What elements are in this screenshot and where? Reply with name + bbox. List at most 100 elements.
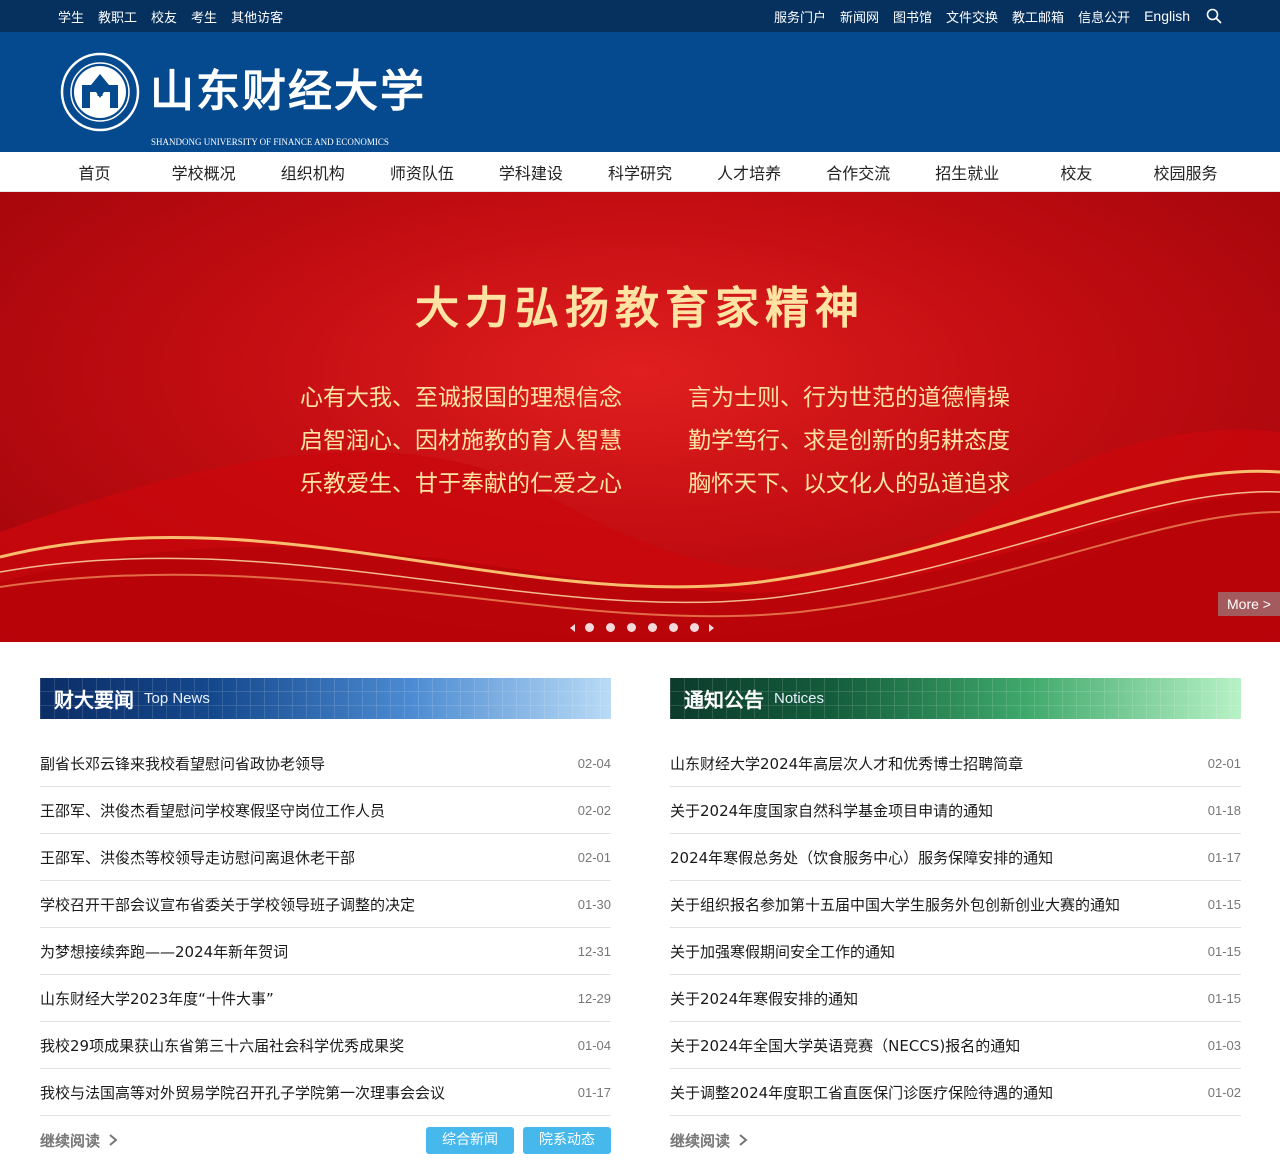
banner-headline: 大力弘扬教育家精神 bbox=[415, 283, 865, 334]
news-list-item[interactable]: 我校与法国高等对外贸易学院召开孔子学院第一次理事会会议 01-17 bbox=[40, 1069, 611, 1116]
news-item-date: 02-01 bbox=[577, 849, 611, 865]
nav-item-education[interactable]: 人才培养 bbox=[695, 160, 804, 184]
news-item-title[interactable]: 我校与法国高等对外贸易学院召开孔子学院第一次理事会会议 bbox=[40, 1082, 445, 1103]
notices-read-more-link[interactable]: 继续阅读 bbox=[670, 1130, 748, 1151]
quick-link-file-exchange[interactable]: 文件交换 bbox=[946, 7, 998, 26]
audience-link-staff[interactable]: 教职工 bbox=[98, 7, 137, 26]
banner-phrase: 勤学笃行、求是创新的躬耕态度 bbox=[688, 428, 1010, 454]
carousel-dot[interactable] bbox=[627, 623, 636, 632]
nav-item-faculty[interactable]: 师资队伍 bbox=[367, 160, 476, 184]
news-list-item[interactable]: 学校召开干部会议宣布省委关于学校领导班子调整的决定 01-30 bbox=[40, 881, 611, 928]
banner-more-button[interactable]: More > bbox=[1218, 592, 1280, 616]
notice-item-date: 02-01 bbox=[1207, 755, 1241, 771]
notice-item-title[interactable]: 关于加强寒假期间安全工作的通知 bbox=[670, 941, 895, 962]
notice-list-item[interactable]: 关于2024年度国家自然科学基金项目申请的通知 01-18 bbox=[670, 787, 1241, 834]
news-list-item[interactable]: 王邵军、洪俊杰看望慰问学校寒假坚守岗位工作人员 02-02 bbox=[40, 787, 611, 834]
notice-item-title[interactable]: 关于2024年全国大学英语竞赛（NECCS)报名的通知 bbox=[670, 1035, 1020, 1056]
search-icon[interactable] bbox=[1206, 8, 1222, 24]
nav-item-about[interactable]: 学校概况 bbox=[149, 160, 258, 184]
notice-list-item[interactable]: 关于调整2024年度职工省直医保门诊医疗保险待遇的通知 01-02 bbox=[670, 1069, 1241, 1116]
carousel-dot[interactable] bbox=[648, 623, 657, 632]
notice-item-title[interactable]: 关于2024年度国家自然科学基金项目申请的通知 bbox=[670, 800, 993, 821]
audience-link-students[interactable]: 学生 bbox=[58, 7, 84, 26]
notice-item-title[interactable]: 关于组织报名参加第十五届中国大学生服务外包创新创业大赛的通知 bbox=[670, 894, 1120, 915]
news-category-tags: 综合新闻 院系动态 bbox=[417, 1126, 611, 1154]
notice-item-title[interactable]: 关于2024年寒假安排的通知 bbox=[670, 988, 858, 1009]
notice-list-item[interactable]: 山东财经大学2024年高层次人才和优秀博士招聘简章 02-01 bbox=[670, 740, 1241, 787]
audience-link-visitors[interactable]: 其他访客 bbox=[231, 7, 283, 26]
notice-list-item[interactable]: 关于组织报名参加第十五届中国大学生服务外包创新创业大赛的通知 01-15 bbox=[670, 881, 1241, 928]
nav-item-alumni[interactable]: 校友 bbox=[1022, 160, 1131, 184]
news-list-item[interactable]: 王邵军、洪俊杰等校领导走访慰问离退休老干部 02-01 bbox=[40, 834, 611, 881]
quick-link-staff-mail[interactable]: 教工邮箱 bbox=[1012, 7, 1064, 26]
quick-link-info-disclosure[interactable]: 信息公开 bbox=[1078, 7, 1130, 26]
carousel-dot[interactable] bbox=[606, 623, 615, 632]
news-item-date: 12-31 bbox=[577, 943, 611, 959]
university-seal-logo[interactable] bbox=[60, 52, 140, 132]
carousel-next-icon[interactable] bbox=[709, 623, 714, 632]
quick-link-news-site[interactable]: 新闻网 bbox=[840, 7, 879, 26]
notice-item-date: 01-15 bbox=[1207, 896, 1241, 912]
top-news-header: 财大要闻 Top News bbox=[40, 678, 611, 719]
quick-link-library[interactable]: 图书馆 bbox=[893, 7, 932, 26]
audience-link-applicants[interactable]: 考生 bbox=[191, 7, 217, 26]
site-header: 山东财经大学 SHANDONG UNIVERSITY OF FINANCE AN… bbox=[0, 32, 1280, 152]
notices-title-en: Notices bbox=[774, 690, 825, 707]
top-news-list: 副省长邓云锋来我校看望慰问省政协老领导 02-04 王邵军、洪俊杰看望慰问学校寒假… bbox=[40, 740, 611, 1116]
notice-item-date: 01-15 bbox=[1207, 943, 1241, 959]
banner-phrase: 胸怀天下、以文化人的弘道追求 bbox=[688, 471, 1010, 497]
audience-links: 学生 教职工 校友 考生 其他访客 bbox=[58, 7, 297, 26]
notice-list-item[interactable]: 关于2024年全国大学英语竞赛（NECCS)报名的通知 01-03 bbox=[670, 1022, 1241, 1069]
carousel-dot[interactable] bbox=[585, 623, 594, 632]
banner-line: 心有大我、至诚报国的理想信念 言为士则、行为世范的道德情操 bbox=[300, 378, 1010, 421]
carousel-dot[interactable] bbox=[690, 623, 699, 632]
audience-link-alumni[interactable]: 校友 bbox=[151, 7, 177, 26]
news-item-title[interactable]: 山东财经大学2023年度“十件大事” bbox=[40, 988, 274, 1009]
nav-item-home[interactable]: 首页 bbox=[40, 160, 149, 184]
news-list-item[interactable]: 山东财经大学2023年度“十件大事” 12-29 bbox=[40, 975, 611, 1022]
nav-item-cooperation[interactable]: 合作交流 bbox=[804, 160, 913, 184]
quick-link-service-portal[interactable]: 服务门户 bbox=[774, 7, 826, 26]
hero-banner-carousel[interactable]: 大力弘扬教育家精神 心有大我、至诚报国的理想信念 言为士则、行为世范的道德情操 … bbox=[0, 192, 1280, 642]
news-item-title[interactable]: 副省长邓云锋来我校看望慰问省政协老领导 bbox=[40, 753, 325, 774]
news-item-title[interactable]: 学校召开干部会议宣布省委关于学校领导班子调整的决定 bbox=[40, 894, 415, 915]
nav-item-campus-services[interactable]: 校园服务 bbox=[1131, 160, 1240, 184]
nav-item-research[interactable]: 科学研究 bbox=[585, 160, 694, 184]
news-list-item[interactable]: 副省长邓云锋来我校看望慰问省政协老领导 02-04 bbox=[40, 740, 611, 787]
news-item-date: 02-04 bbox=[577, 755, 611, 771]
notice-list-item[interactable]: 关于2024年寒假安排的通知 01-15 bbox=[670, 975, 1241, 1022]
english-site-link[interactable]: English bbox=[1144, 8, 1190, 24]
notice-item-title[interactable]: 关于调整2024年度职工省直医保门诊医疗保险待遇的通知 bbox=[670, 1082, 1053, 1103]
notices-list: 山东财经大学2024年高层次人才和优秀博士招聘简章 02-01 关于2024年度国… bbox=[670, 740, 1241, 1116]
nav-item-disciplines[interactable]: 学科建设 bbox=[476, 160, 585, 184]
news-item-date: 01-30 bbox=[577, 896, 611, 912]
carousel-dot[interactable] bbox=[669, 623, 678, 632]
nav-item-admissions[interactable]: 招生就业 bbox=[913, 160, 1022, 184]
carousel-pagination bbox=[566, 623, 718, 632]
tag-general-news-button[interactable]: 综合新闻 bbox=[426, 1126, 514, 1154]
notices-title-cn: 通知公告 bbox=[684, 688, 764, 712]
news-item-title[interactable]: 为梦想接续奔跑——2024年新年贺词 bbox=[40, 941, 288, 962]
banner-text-block: 心有大我、至诚报国的理想信念 言为士则、行为世范的道德情操 启智润心、因材施教的… bbox=[300, 378, 1010, 507]
carousel-prev-icon[interactable] bbox=[570, 623, 575, 632]
tag-department-news-button[interactable]: 院系动态 bbox=[523, 1126, 611, 1154]
chevron-right-icon bbox=[738, 1133, 748, 1147]
top-news-read-more-link[interactable]: 继续阅读 bbox=[40, 1130, 118, 1151]
notice-item-title[interactable]: 2024年寒假总务处（饮食服务中心）服务保障安排的通知 bbox=[670, 847, 1053, 868]
chevron-right-icon bbox=[108, 1133, 118, 1147]
news-list-item[interactable]: 为梦想接续奔跑——2024年新年贺词 12-31 bbox=[40, 928, 611, 975]
news-item-title[interactable]: 王邵军、洪俊杰看望慰问学校寒假坚守岗位工作人员 bbox=[40, 800, 385, 821]
quick-links: 服务门户 新闻网 图书馆 文件交换 教工邮箱 信息公开 English bbox=[760, 7, 1222, 26]
notice-list-item[interactable]: 关于加强寒假期间安全工作的通知 01-15 bbox=[670, 928, 1241, 975]
main-navigation: 首页 学校概况 组织机构 师资队伍 学科建设 科学研究 人才培养 合作交流 招生… bbox=[0, 152, 1280, 192]
news-item-date: 01-17 bbox=[577, 1084, 611, 1100]
notice-item-date: 01-18 bbox=[1207, 802, 1241, 818]
university-name-cn[interactable]: 山东财经大学 bbox=[150, 66, 426, 118]
notice-item-title[interactable]: 山东财经大学2024年高层次人才和优秀博士招聘简章 bbox=[670, 753, 1023, 774]
news-item-title[interactable]: 我校29项成果获山东省第三十六届社会科学优秀成果奖 bbox=[40, 1035, 404, 1056]
news-list-item[interactable]: 我校29项成果获山东省第三十六届社会科学优秀成果奖 01-04 bbox=[40, 1022, 611, 1069]
nav-item-organization[interactable]: 组织机构 bbox=[258, 160, 367, 184]
news-item-title[interactable]: 王邵军、洪俊杰等校领导走访慰问离退休老干部 bbox=[40, 847, 355, 868]
notice-list-item[interactable]: 2024年寒假总务处（饮食服务中心）服务保障安排的通知 01-17 bbox=[670, 834, 1241, 881]
news-item-date: 01-04 bbox=[577, 1037, 611, 1053]
